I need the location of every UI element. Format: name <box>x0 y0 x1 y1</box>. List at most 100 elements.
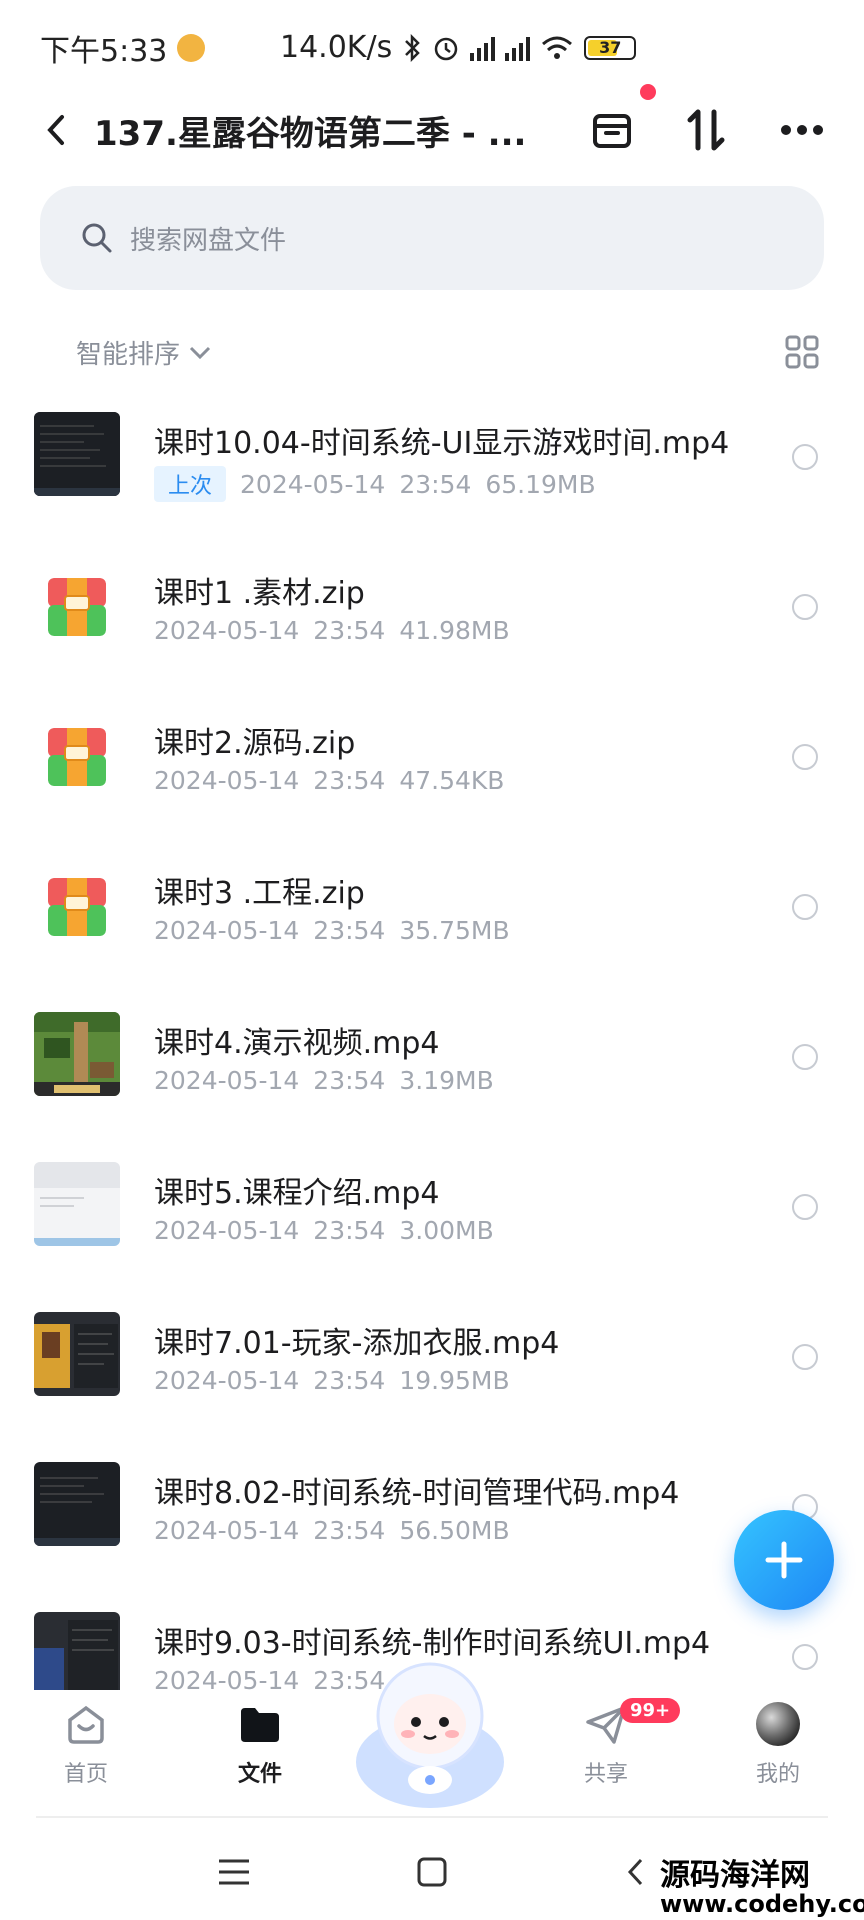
select-checkbox[interactable] <box>792 744 818 770</box>
more-button[interactable] <box>776 104 828 156</box>
astronaut-mascot-icon <box>356 1662 504 1808</box>
search-placeholder: 搜索网盘文件 <box>130 225 287 256</box>
file-date: 2024-05-14 <box>154 916 300 945</box>
file-size: 47.54KB <box>399 766 505 795</box>
home-icon <box>62 1700 110 1748</box>
file-time: 23:54 <box>313 1066 386 1095</box>
select-checkbox[interactable] <box>792 1344 818 1370</box>
menu-icon <box>219 1859 249 1885</box>
file-name: 课时4.演示视频.mp4 <box>154 1026 440 1061</box>
video-thumbnail <box>34 1612 120 1696</box>
select-checkbox[interactable] <box>792 1644 818 1670</box>
chevron-down-icon <box>189 346 211 359</box>
file-meta: 2024-05-14 23:54 3.19MB <box>154 1066 494 1095</box>
file-time: 23:54 <box>313 916 386 945</box>
alarm-icon <box>434 37 458 60</box>
file-time: 23:54 <box>313 766 386 795</box>
file-size: 41.98MB <box>399 616 510 645</box>
notification-dot <box>640 84 656 100</box>
grid-view-icon[interactable] <box>784 334 820 370</box>
file-time: 23:54 <box>313 1366 386 1395</box>
file-time: 23:54 <box>313 1216 386 1245</box>
watermark-line2: www.codehy.com <box>660 1889 864 1918</box>
tab-label: 首页 <box>63 1762 108 1787</box>
home-nav-button[interactable] <box>414 1854 450 1890</box>
battery-level: 37 <box>599 38 622 57</box>
transfer-box-button[interactable] <box>586 104 638 156</box>
file-row[interactable]: 课时7.01-玩家-添加衣服.mp4 2024-05-14 23:54 19.9… <box>0 1300 864 1450</box>
file-meta: 上次 2024-05-14 23:54 65.19MB <box>154 466 596 502</box>
file-row[interactable]: 课时2.源码.zip 2024-05-14 23:54 47.54KB <box>0 700 864 850</box>
file-meta: 2024-05-14 23:54 19.95MB <box>154 1366 510 1395</box>
back-nav-button[interactable] <box>618 1854 654 1890</box>
file-date: 2024-05-14 <box>154 1216 300 1245</box>
tab-home[interactable]: 首页 <box>26 1700 146 1788</box>
video-thumbnail <box>34 1012 120 1096</box>
video-thumbnail <box>34 1162 120 1246</box>
status-time: 下午5:33 <box>40 26 206 70</box>
bluetooth-icon <box>405 33 420 62</box>
back-arrow-icon <box>627 1858 643 1886</box>
status-bar: 下午5:33 14.0K/s 37 <box>0 0 864 96</box>
select-checkbox[interactable] <box>792 444 818 470</box>
sort-dropdown[interactable]: 智能排序 <box>76 334 212 371</box>
tab-files[interactable]: 文件 <box>200 1700 320 1788</box>
file-name: 课时2.源码.zip <box>154 726 356 761</box>
signal-icon-2 <box>505 35 531 61</box>
file-row[interactable]: 课时1 .素材.zip 2024-05-14 23:54 41.98MB <box>0 550 864 700</box>
file-name: 课时7.01-玩家-添加衣服.mp4 <box>154 1326 560 1361</box>
sort-row: 智能排序 <box>0 330 864 370</box>
menu-button[interactable] <box>216 1854 252 1890</box>
file-date: 2024-05-14 <box>154 766 300 795</box>
more-dots-icon <box>781 125 823 135</box>
select-checkbox[interactable] <box>792 1044 818 1070</box>
chevron-left-icon <box>47 115 64 145</box>
file-size: 65.19MB <box>485 469 596 499</box>
file-time: 23:54 <box>313 616 386 645</box>
search-icon <box>82 223 112 253</box>
file-size: 56.50MB <box>399 1516 510 1545</box>
select-checkbox[interactable] <box>792 1194 818 1220</box>
file-row[interactable]: 课时10.04-时间系统-UI显示游戏时间.mp4 上次 2024-05-14 … <box>0 400 864 550</box>
file-meta: 2024-05-14 23:54 56.50MB <box>154 1516 510 1545</box>
watermark: 源码海洋网 www.codehy.com <box>660 1860 864 1917</box>
zip-icon <box>48 728 106 786</box>
status-indicators: 14.0K/s 37 <box>280 30 637 65</box>
zip-icon <box>48 578 106 636</box>
file-row[interactable]: 课时8.02-时间系统-时间管理代码.mp4 2024-05-14 23:54 … <box>0 1450 864 1600</box>
divider <box>36 1816 828 1818</box>
file-row[interactable]: 课时4.演示视频.mp4 2024-05-14 23:54 3.19MB <box>0 1000 864 1150</box>
sort-order-button[interactable] <box>680 104 732 156</box>
file-row[interactable]: 课时5.课程介绍.mp4 2024-05-14 23:54 3.00MB <box>0 1150 864 1300</box>
file-meta: 2024-05-14 23:54 3.00MB <box>154 1216 494 1245</box>
file-name: 课时3 .工程.zip <box>154 876 365 911</box>
file-name: 课时8.02-时间系统-时间管理代码.mp4 <box>154 1476 680 1511</box>
video-thumbnail <box>34 412 120 496</box>
share-badge: 99+ <box>620 1698 681 1723</box>
file-meta: 2024-05-14 23:54 41.98MB <box>154 616 510 645</box>
back-button[interactable] <box>36 110 76 150</box>
file-date: 2024-05-14 <box>154 1066 300 1095</box>
file-size: 3.19MB <box>399 1066 494 1095</box>
search-input[interactable]: 搜索网盘文件 <box>40 186 824 290</box>
file-size: 3.00MB <box>399 1216 494 1245</box>
file-time: 23:54 <box>313 1516 386 1545</box>
file-date: 2024-05-14 <box>154 616 300 645</box>
tab-label: 文件 <box>237 1762 282 1787</box>
file-date: 2024-05-14 <box>154 1366 300 1395</box>
plus-icon <box>765 1541 803 1579</box>
square-icon <box>417 1857 447 1887</box>
add-button[interactable] <box>734 1510 834 1610</box>
tab-profile[interactable]: 我的 <box>718 1700 838 1788</box>
wifi-icon <box>542 36 573 59</box>
file-date: 2024-05-14 <box>154 1516 300 1545</box>
video-thumbnail <box>34 1312 120 1396</box>
mascot-button[interactable] <box>350 1650 510 1810</box>
select-checkbox[interactable] <box>792 594 818 620</box>
file-meta: 2024-05-14 23:54 35.75MB <box>154 916 510 945</box>
sort-label: 智能排序 <box>76 340 181 370</box>
page-title: 137.星露谷物语第二季 - ... <box>94 114 527 154</box>
file-row[interactable]: 课时3 .工程.zip 2024-05-14 23:54 35.75MB <box>0 850 864 1000</box>
watermark-line1: 源码海洋网 <box>660 1858 810 1893</box>
select-checkbox[interactable] <box>792 894 818 920</box>
